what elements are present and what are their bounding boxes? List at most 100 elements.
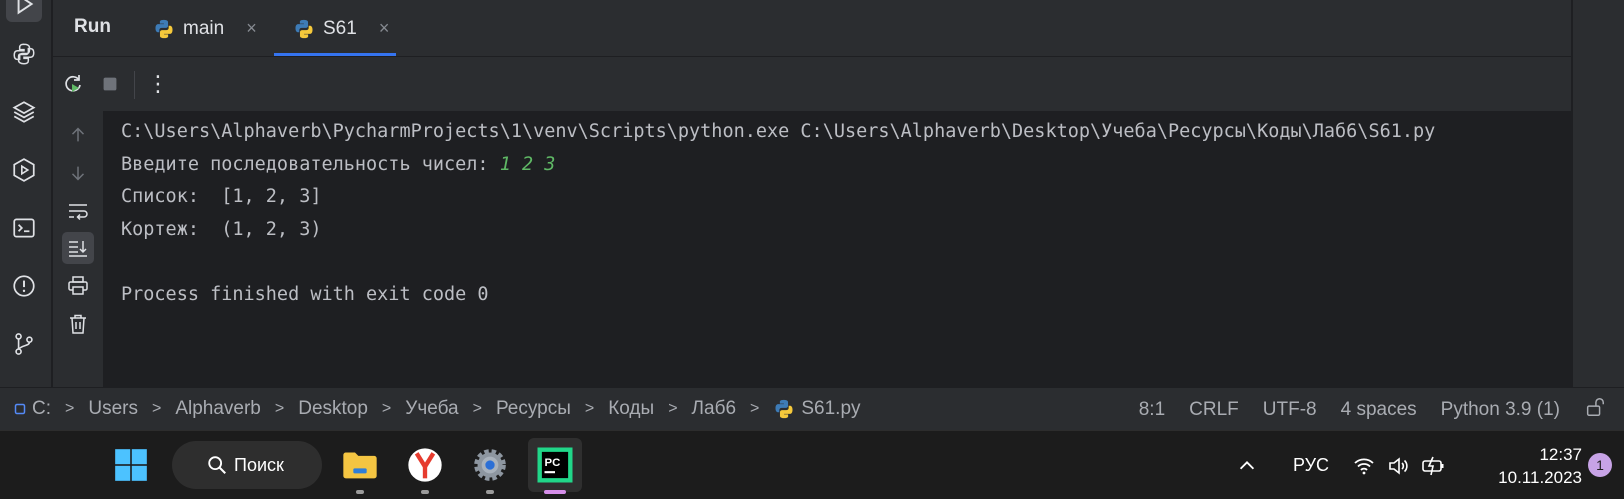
yandex-browser-app[interactable] xyxy=(398,438,452,494)
chevron-right-icon: > xyxy=(472,400,482,417)
breadcrumb-item-ucheba[interactable]: Учеба xyxy=(405,398,458,420)
chevron-right-icon: > xyxy=(584,400,595,417)
console-command-line: C:\Users\Alphaverb\PycharmProjects\1\ven… xyxy=(121,121,1436,142)
tab-s61-label: S61 xyxy=(323,17,357,39)
file-encoding[interactable]: UTF-8 xyxy=(1263,399,1317,421)
settings-app[interactable] xyxy=(463,438,517,494)
breadcrumb-item-drive[interactable]: C: xyxy=(14,398,51,420)
svg-text:PC: PC xyxy=(545,457,561,469)
breadcrumb-item-users[interactable]: Users xyxy=(88,398,138,420)
taskbar-search[interactable]: Поиск xyxy=(172,441,322,489)
status-bar: C: > Users > Alphaverb > Desktop > Учеба… xyxy=(0,387,1624,430)
right-tool-strip xyxy=(1572,0,1624,387)
toolbar-separator xyxy=(134,71,135,99)
left-tool-strip xyxy=(0,0,52,387)
yandex-browser-icon xyxy=(408,448,442,482)
status-widgets: 8:1 CRLF UTF-8 4 spaces Python 3.9 (1) xyxy=(1139,388,1624,431)
problems-icon[interactable] xyxy=(6,268,42,304)
running-indicator xyxy=(356,490,364,494)
clock-date: 10.11.2023 xyxy=(1498,468,1582,487)
print-icon[interactable] xyxy=(62,270,94,302)
breadcrumb-item-lab6[interactable]: Лаб6 xyxy=(692,398,737,420)
run-toolbar: ⋮ xyxy=(53,57,1571,111)
run-tool-icon[interactable] xyxy=(6,0,42,22)
python-file-icon xyxy=(155,19,173,38)
chevron-right-icon: > xyxy=(65,400,75,417)
console-tuple-output: Кортеж: (1, 2, 3) xyxy=(121,218,322,240)
pycharm-app[interactable]: PC xyxy=(528,438,582,494)
tab-s61[interactable]: S61 × xyxy=(293,0,389,57)
volume-icon xyxy=(1389,456,1408,475)
python-file-icon xyxy=(775,399,793,419)
breadcrumb-label: Лаб6 xyxy=(691,398,737,419)
file-explorer-app[interactable] xyxy=(333,438,387,494)
rerun-icon[interactable] xyxy=(59,70,87,98)
breadcrumb-item-desktop[interactable]: Desktop xyxy=(298,398,368,420)
down-arrow-icon[interactable] xyxy=(62,157,94,189)
console-user-input: 1 2 3 xyxy=(499,153,556,175)
unlock-icon[interactable] xyxy=(1584,396,1606,424)
console-output[interactable]: C:\Users\Alphaverb\PycharmProjects\1\ven… xyxy=(103,111,1571,387)
tab-main[interactable]: main × xyxy=(153,0,257,57)
folder-icon xyxy=(343,452,377,479)
notification-badge[interactable]: 1 xyxy=(1588,453,1612,477)
tab-main-close-icon[interactable]: × xyxy=(246,18,257,39)
active-app-indicator xyxy=(544,490,566,494)
breadcrumb-item-kody[interactable]: Коды xyxy=(608,398,654,420)
show-hidden-icons[interactable] xyxy=(1236,431,1258,499)
running-indicator xyxy=(486,490,494,494)
breadcrumb-item-file[interactable]: S61.py xyxy=(773,398,861,420)
breadcrumb-label: Ресурсы xyxy=(495,398,571,419)
breadcrumb-label: Users xyxy=(88,398,138,419)
terminal-icon[interactable] xyxy=(6,210,42,246)
breadcrumb-item-resursy[interactable]: Ресурсы xyxy=(496,398,571,420)
indent-setting[interactable]: 4 spaces xyxy=(1341,399,1417,421)
battery-charging-icon xyxy=(1422,456,1444,475)
console-exit-message: Process finished with exit code 0 xyxy=(121,283,489,305)
stop-icon[interactable] xyxy=(96,70,124,98)
input-language[interactable]: РУС xyxy=(1293,431,1329,499)
wifi-icon xyxy=(1354,458,1374,474)
trash-icon[interactable] xyxy=(62,308,94,340)
soft-wrap-icon[interactable] xyxy=(62,195,94,227)
run-tool-window-header: Run main × S61 × xyxy=(53,0,1571,57)
tab-s61-close-icon[interactable]: × xyxy=(379,18,390,39)
chevron-up-icon xyxy=(1239,460,1255,469)
running-indicator xyxy=(421,490,429,494)
folder-square-icon xyxy=(14,403,26,415)
breadcrumb-item-alphaverb[interactable]: Alphaverb xyxy=(175,398,261,420)
chevron-right-icon: > xyxy=(668,400,678,417)
chevron-right-icon: > xyxy=(381,400,392,417)
breadcrumb-label: Alphaverb xyxy=(175,398,261,419)
console-list-output: Список: [1, 2, 3] xyxy=(121,186,322,207)
breadcrumb: C: > Users > Alphaverb > Desktop > Учеба… xyxy=(0,398,861,420)
chevron-right-icon: > xyxy=(750,400,760,417)
more-actions-icon[interactable]: ⋮ xyxy=(144,70,172,98)
system-tray-status[interactable] xyxy=(1352,431,1446,499)
scroll-to-end-icon[interactable] xyxy=(62,232,94,264)
caret-position[interactable]: 8:1 xyxy=(1139,399,1165,421)
python-file-icon xyxy=(295,19,313,38)
python-console-icon[interactable] xyxy=(6,36,42,72)
gear-icon xyxy=(474,449,506,481)
python-packages-icon[interactable] xyxy=(6,94,42,130)
chevron-right-icon: > xyxy=(151,400,162,417)
breadcrumb-label: Коды xyxy=(608,398,655,419)
breadcrumb-label: S61.py xyxy=(801,398,861,419)
search-icon xyxy=(208,456,226,474)
services-icon[interactable] xyxy=(6,152,42,188)
breadcrumb-label: Desktop xyxy=(298,398,368,419)
start-button[interactable] xyxy=(104,438,158,492)
taskbar-clock[interactable]: 12:37 10.11.2023 xyxy=(1498,443,1582,489)
breadcrumb-label: C: xyxy=(32,398,51,419)
git-icon[interactable] xyxy=(6,326,42,362)
windows-logo-icon xyxy=(115,449,147,481)
python-interpreter[interactable]: Python 3.9 (1) xyxy=(1441,399,1560,421)
console-prompt-line: Введите последовательность чисел: 1 2 3 xyxy=(121,149,1571,182)
chevron-right-icon: > xyxy=(274,400,285,417)
up-arrow-icon[interactable] xyxy=(62,119,94,151)
pycharm-icon: PC xyxy=(537,447,573,483)
line-separator[interactable]: CRLF xyxy=(1189,399,1239,421)
console-prompt: Введите последовательность чисел: xyxy=(121,153,500,175)
